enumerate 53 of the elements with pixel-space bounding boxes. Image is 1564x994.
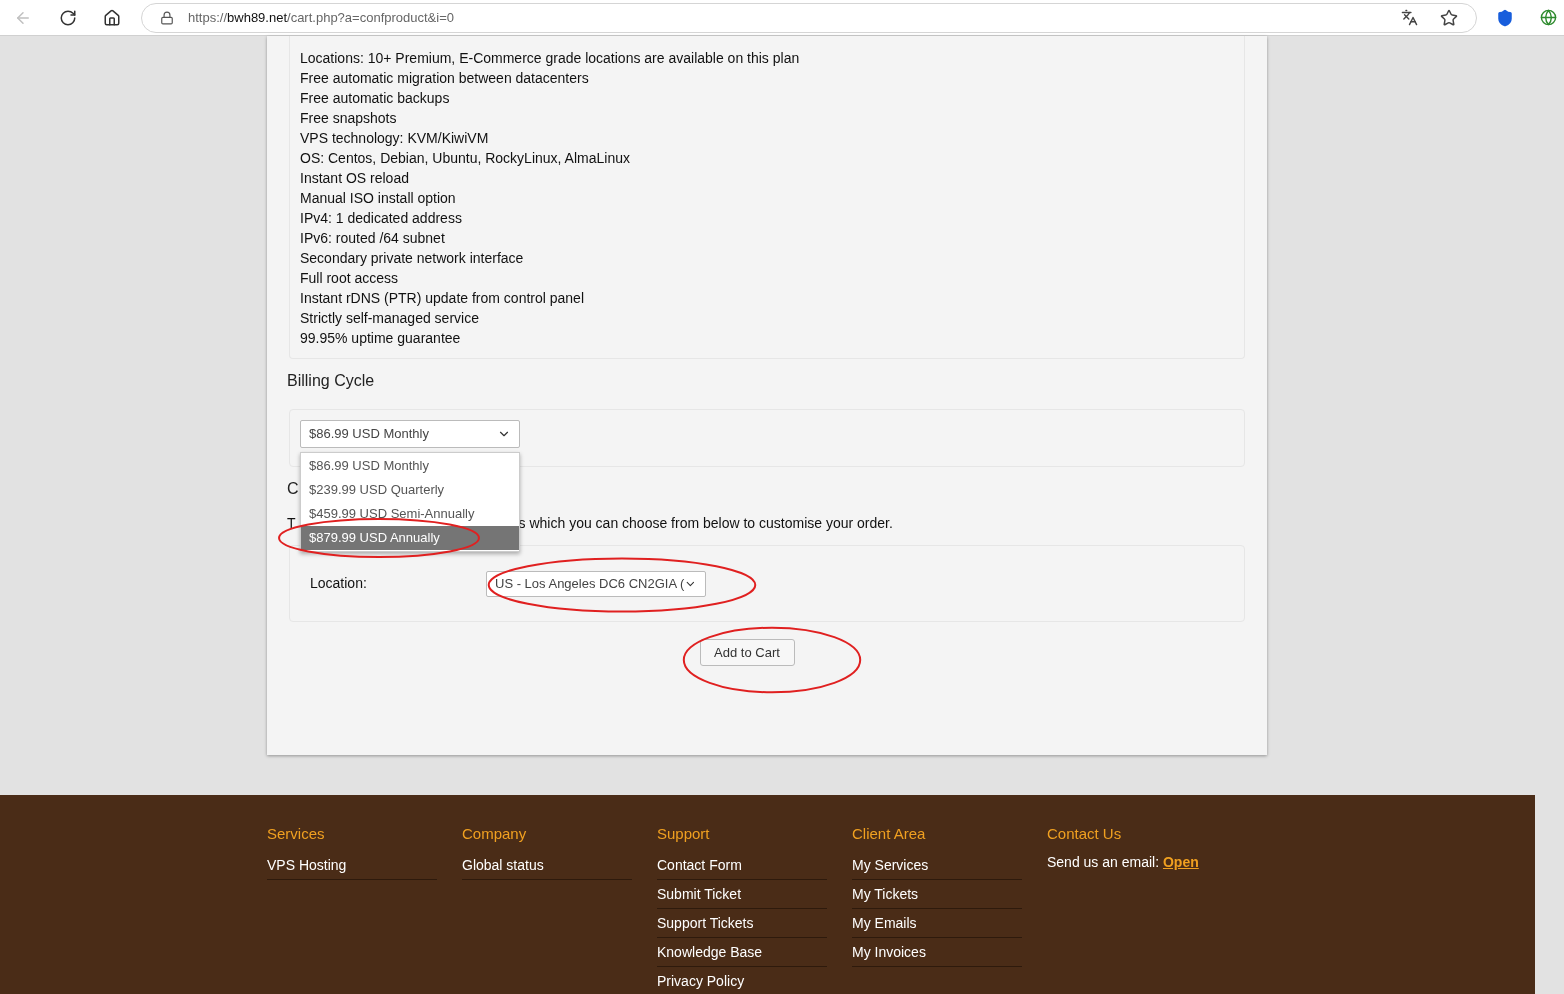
footer-link[interactable]: Global status xyxy=(462,851,632,880)
feature-text: Locations: 10+ Premium, E-Commerce grade locations are available on this plan xyxy=(300,49,801,68)
globe-extension-icon[interactable] xyxy=(1540,9,1557,26)
contact-text: Send us an email: Open xyxy=(1047,853,1199,872)
add-to-cart-button[interactable]: Add to Cart xyxy=(699,639,795,666)
config-heading: C xyxy=(287,479,299,499)
footer-link[interactable]: My Services xyxy=(852,851,1022,880)
footer-heading: Client Area xyxy=(852,824,927,844)
footer-link[interactable]: My Tickets xyxy=(852,880,1022,909)
feature-text: Secondary private network interface xyxy=(300,249,525,268)
footer-link[interactable]: VPS Hosting xyxy=(267,851,437,880)
lock-icon[interactable] xyxy=(160,10,174,25)
feature-text: Manual ISO install option xyxy=(300,189,457,208)
intro-text: T xyxy=(287,514,296,533)
location-label: Location: xyxy=(310,574,368,593)
feature-text: Free automatic migration between datacenters xyxy=(300,69,590,88)
feature-text: 99.95% uptime guarantee xyxy=(300,329,462,348)
feature-text: Free snapshots xyxy=(300,109,398,128)
feature-text: VPS technology: KVM/KiwiVM xyxy=(300,129,490,148)
email-link[interactable]: Open xyxy=(1162,854,1199,870)
shield-extension-icon[interactable] xyxy=(1496,8,1514,27)
reload-icon[interactable] xyxy=(59,8,77,27)
billing-cycle-select[interactable]: $86.99 USD Monthly xyxy=(300,420,520,448)
footer-link[interactable]: My Invoices xyxy=(852,938,1022,967)
footer-link[interactable]: Submit Ticket xyxy=(657,880,827,909)
footer-link[interactable]: Knowledge Base xyxy=(657,938,827,967)
footer-link[interactable]: Contact Form xyxy=(657,851,827,880)
feature-text: OS: Centos, Debian, Ubuntu, RockyLinux, AlmaLinux xyxy=(300,149,631,168)
feature-text: Free automatic backups xyxy=(300,89,451,108)
footer-link[interactable]: Privacy Policy xyxy=(657,967,827,994)
home-icon[interactable] xyxy=(103,8,121,27)
billing-option[interactable]: $879.99 USD Annually xyxy=(301,526,519,550)
footer-heading: Contact Us xyxy=(1047,824,1123,844)
feature-text: Full root access xyxy=(300,269,400,288)
translate-icon[interactable] xyxy=(1401,9,1418,26)
feature-text: IPv4: 1 dedicated address xyxy=(300,209,463,228)
billing-option[interactable]: $86.99 USD Monthly xyxy=(301,454,519,478)
footer-heading: Support xyxy=(657,824,711,844)
location-select[interactable]: US - Los Angeles DC6 CN2GIA ( xyxy=(486,570,706,597)
feature-text: Instant rDNS (PTR) update from control panel xyxy=(300,289,585,308)
billing-heading: Billing Cycle xyxy=(287,371,375,391)
address-bar[interactable]: https://bwh89.net/cart.php?a=confproduct&i=0 xyxy=(141,2,1477,33)
feature-text: Strictly self-managed service xyxy=(300,309,480,328)
billing-option[interactable]: $459.99 USD Semi-Annually xyxy=(301,502,519,526)
footer-heading: Company xyxy=(462,824,528,844)
billing-option[interactable]: $239.99 USD Quarterly xyxy=(301,478,519,502)
footer-heading: Services xyxy=(267,824,326,844)
favorite-star-icon[interactable] xyxy=(1440,8,1458,27)
url-text: https://bwh89.net/cart.php?a=confproduct&i=0 xyxy=(188,8,454,27)
footer-link[interactable]: Support Tickets xyxy=(657,909,827,938)
feature-text: IPv6: routed /64 subnet xyxy=(300,229,446,248)
footer-link[interactable]: My Emails xyxy=(852,909,1022,938)
feature-text: Instant OS reload xyxy=(300,169,410,188)
